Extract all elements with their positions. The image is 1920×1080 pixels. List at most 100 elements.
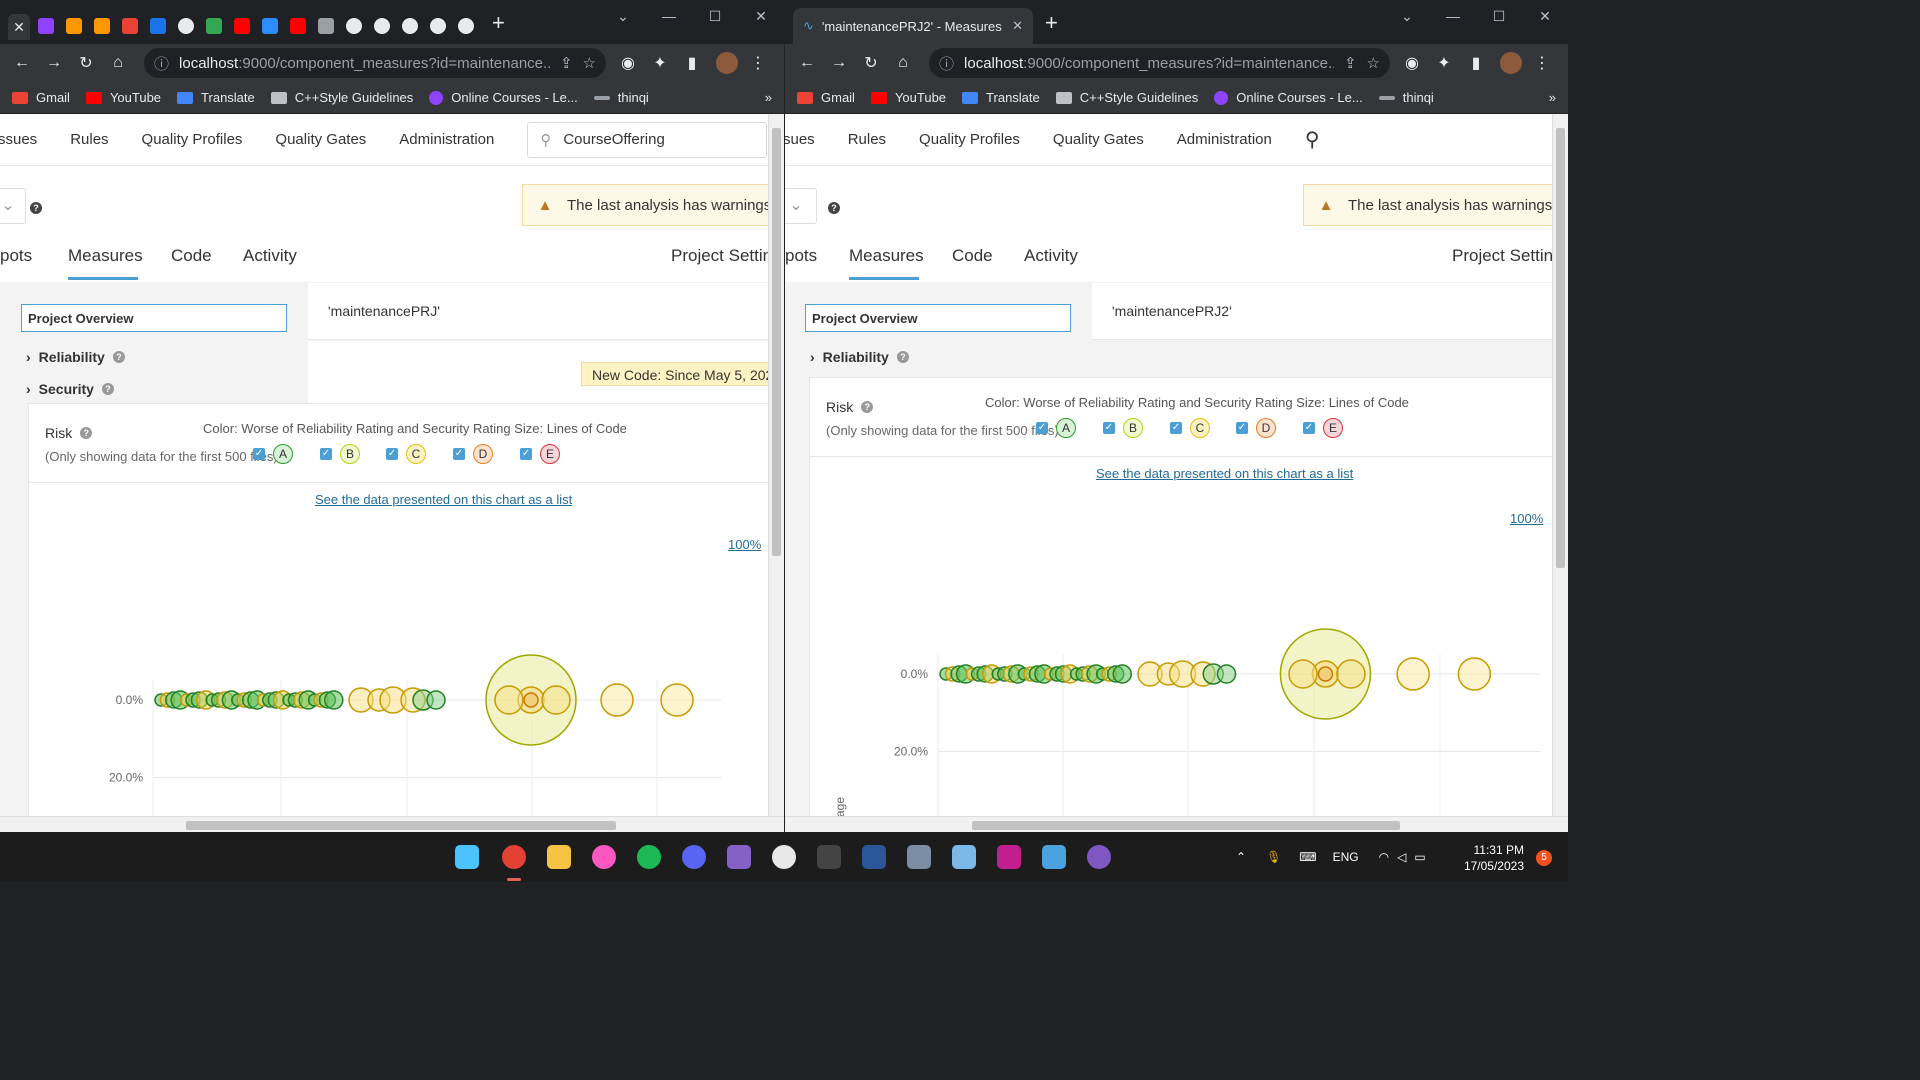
diamond-icon[interactable]	[94, 18, 110, 34]
chrome-icon[interactable]	[502, 845, 526, 869]
youtube-icon[interactable]	[234, 18, 250, 34]
blue-diamond-icon[interactable]	[150, 18, 166, 34]
help-icon[interactable]: ?	[828, 202, 840, 214]
menu-icon[interactable]: ⋮	[744, 53, 772, 73]
rider-icon[interactable]	[997, 845, 1021, 869]
sidebar-item-security[interactable]: › Security ?	[26, 381, 114, 397]
nav-rules[interactable]: Rules	[848, 131, 886, 148]
chart-bubble[interactable]	[1457, 657, 1492, 691]
new-tab-icon[interactable]: +	[1045, 10, 1058, 36]
scroll-thumb[interactable]	[186, 821, 616, 830]
back-icon[interactable]: ←	[793, 54, 821, 72]
menu-icon[interactable]: ⋮	[1528, 53, 1556, 73]
nav-issues[interactable]: ssues	[0, 131, 37, 148]
tab-measures-prj2[interactable]: ∿ 'maintenancePRJ2' - Measures - S ✕	[793, 8, 1033, 44]
volume-icon[interactable]: ◁	[1397, 850, 1406, 864]
app-icon[interactable]	[38, 18, 54, 34]
chevron-up-icon[interactable]: ⌃	[1236, 850, 1246, 864]
share-icon[interactable]: ⇪	[560, 54, 573, 72]
search-icon[interactable]: ⚲	[1305, 127, 1320, 152]
site-info-icon[interactable]: ⓘ	[154, 53, 169, 74]
home-icon[interactable]: ⌂	[104, 54, 132, 72]
tab-measures[interactable]: Measures	[849, 246, 924, 266]
branch-dropdown[interactable]: ⌄	[0, 188, 26, 224]
back-icon[interactable]: ←	[8, 54, 36, 72]
nav-quality-profiles[interactable]: Quality Profiles	[919, 131, 1020, 148]
globe-icon[interactable]	[318, 18, 334, 34]
vertical-scrollbar[interactable]	[768, 114, 784, 816]
extension-icon[interactable]: ◉	[614, 53, 642, 73]
windows-start-icon[interactable]	[455, 845, 479, 869]
chart-bubble[interactable]	[324, 690, 344, 710]
nav-quality-gates[interactable]: Quality Gates	[275, 131, 366, 148]
bookmark-youtube[interactable]: YouTube	[870, 90, 946, 105]
chart-bubble[interactable]	[1336, 659, 1366, 689]
language-indicator[interactable]: ENG	[1333, 850, 1359, 864]
notepad-icon[interactable]	[1042, 845, 1066, 869]
puzzle-icon[interactable]: ✦	[646, 53, 674, 73]
tab-measures[interactable]: Measures	[68, 246, 143, 266]
close-icon[interactable]: ✕	[1012, 18, 1023, 34]
notion-icon[interactable]	[772, 845, 796, 869]
side-panel-icon[interactable]: ▮	[678, 53, 706, 73]
forward-icon[interactable]: →	[40, 54, 68, 72]
analysis-warning[interactable]: ▲ The last analysis has warnings.	[522, 184, 768, 226]
chart-bubble[interactable]	[660, 683, 694, 717]
address-bar[interactable]: ⓘ localhost:9000/component_measures?id=m…	[929, 48, 1390, 78]
clock[interactable]: 11:31 PM 17/05/2023	[1464, 842, 1524, 874]
share-icon[interactable]: ⇪	[1344, 54, 1357, 72]
puzzle-icon[interactable]: ✦	[1430, 53, 1458, 73]
bookmark-cpp-style[interactable]: C++Style Guidelines	[270, 90, 413, 105]
help-icon[interactable]: ?	[112, 351, 125, 363]
project-overview-item[interactable]: Project Overview	[21, 304, 287, 332]
search-input[interactable]: ⚲ CourseOffering	[527, 121, 768, 158]
gmail-icon[interactable]	[122, 18, 138, 34]
bookmark-cpp-style[interactable]: C++Style Guidelines	[1055, 90, 1198, 105]
close-window-icon[interactable]: ✕	[1522, 8, 1568, 25]
address-bar[interactable]: ⓘ localhost:9000/component_measures?id=m…	[144, 48, 606, 78]
github-icon[interactable]	[402, 18, 418, 34]
chrome-icon[interactable]	[458, 18, 474, 34]
keyboard-icon[interactable]: ⌨	[1299, 850, 1316, 864]
bookmark-translate[interactable]: Translate	[962, 90, 1040, 105]
horizontal-scrollbar[interactable]	[0, 816, 784, 832]
tab-hotspots[interactable]: pots	[785, 246, 817, 266]
extension-icon[interactable]: ◉	[1398, 53, 1426, 73]
tab-hotspots[interactable]: pots	[0, 246, 32, 266]
branch-dropdown[interactable]: ⌄	[785, 188, 817, 224]
maximize-icon[interactable]: ☐	[1476, 8, 1522, 25]
tab-project-settings[interactable]: Project Settin	[671, 246, 768, 266]
tab-activity[interactable]: Activity	[1024, 246, 1078, 266]
terminal-icon[interactable]	[817, 845, 841, 869]
github-icon[interactable]	[374, 18, 390, 34]
chart-bubble[interactable]	[523, 692, 539, 708]
bookmark-gmail[interactable]: Gmail	[797, 90, 855, 105]
avatar[interactable]	[1500, 52, 1522, 74]
tab-activity[interactable]: Activity	[243, 246, 297, 266]
bookmark-thinqi[interactable]: thinqi	[593, 90, 649, 105]
battery-icon[interactable]: ▭	[1414, 850, 1425, 864]
bookmark-star-icon[interactable]: ☆	[1367, 54, 1380, 72]
nav-quality-profiles[interactable]: Quality Profiles	[142, 131, 243, 148]
nav-administration[interactable]: Administration	[399, 131, 494, 148]
github-icon[interactable]	[430, 18, 446, 34]
minimize-icon[interactable]: —	[646, 8, 692, 24]
chart-bubble[interactable]	[1396, 657, 1430, 691]
word-icon[interactable]	[862, 845, 886, 869]
bookmark-translate[interactable]: Translate	[177, 90, 255, 105]
horizontal-scrollbar[interactable]	[785, 816, 1568, 832]
close-icon[interactable]: ✕	[8, 14, 30, 40]
nav-administration[interactable]: Administration	[1177, 131, 1272, 148]
help-icon[interactable]: ?	[896, 351, 909, 363]
sidebar-item-reliability[interactable]: › Reliability ?	[26, 349, 125, 365]
bookmark-online-courses[interactable]: Online Courses - Le...	[429, 90, 578, 105]
site-info-icon[interactable]: ⓘ	[939, 53, 954, 74]
github-desktop-icon[interactable]	[1087, 845, 1111, 869]
notification-badge[interactable]: 5	[1536, 850, 1552, 866]
nav-quality-gates[interactable]: Quality Gates	[1053, 131, 1144, 148]
chrome-icon[interactable]	[178, 18, 194, 34]
chart-bubble[interactable]	[426, 690, 446, 710]
chart-bubble[interactable]	[1112, 664, 1133, 684]
bookmark-thinqi[interactable]: thinqi	[1378, 90, 1434, 105]
tab-search-icon[interactable]: ⌄	[1384, 8, 1430, 25]
